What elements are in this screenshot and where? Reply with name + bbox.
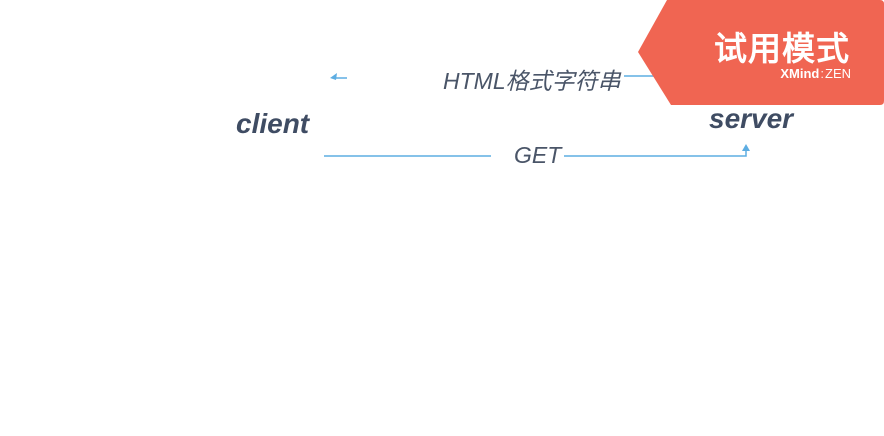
- brand-separator: :: [820, 66, 824, 81]
- response-arrowhead: [330, 73, 337, 80]
- request-connector-right: [564, 150, 747, 157]
- response-edge-label[interactable]: HTML格式字符串: [443, 62, 621, 96]
- trial-mode-title: 试用模式: [714, 29, 850, 68]
- client-node[interactable]: client: [236, 108, 309, 140]
- mind-map-canvas: client HTML格式字符串 GET server 试用模式 XMind:Z…: [0, 0, 884, 436]
- xmind-zen-logo: XMind:ZEN: [780, 66, 851, 81]
- server-node[interactable]: server: [709, 103, 793, 135]
- request-arrowhead: [742, 144, 750, 151]
- brand-name: XMind: [780, 66, 820, 81]
- request-edge-label[interactable]: GET: [514, 142, 561, 169]
- brand-edition: ZEN: [825, 66, 851, 81]
- trial-mode-badge: 试用模式 XMind:ZEN: [638, 0, 884, 105]
